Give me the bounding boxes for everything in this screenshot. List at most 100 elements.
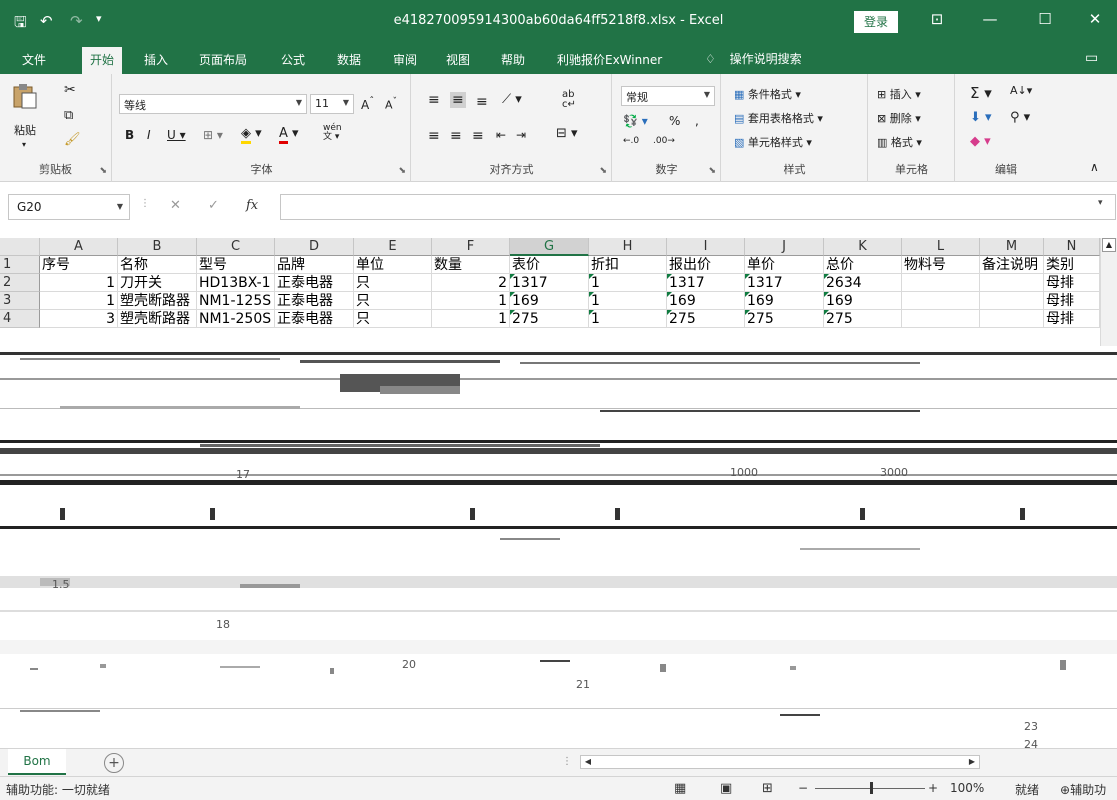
column-header-i[interactable]: I xyxy=(667,238,745,256)
header-cell[interactable]: 名称 xyxy=(118,256,197,274)
table-cell[interactable]: 塑壳断路器 xyxy=(118,292,197,310)
header-cell[interactable]: 类别 xyxy=(1044,256,1100,274)
page-break-view-icon[interactable]: ⊞ xyxy=(762,781,773,796)
column-header-d[interactable]: D xyxy=(275,238,354,256)
wrap-text-icon[interactable]: ab c↵ xyxy=(562,90,576,110)
table-cell[interactable]: 1 xyxy=(432,292,510,310)
column-header-g[interactable]: G xyxy=(510,238,589,256)
table-cell[interactable]: 1317 xyxy=(745,274,824,292)
tab-view[interactable]: 视图 xyxy=(446,51,470,68)
table-cell[interactable] xyxy=(980,274,1044,292)
table-cell[interactable]: 1 xyxy=(589,274,667,292)
tab-data[interactable]: 数据 xyxy=(337,51,361,68)
font-size-select[interactable]: 11 ▼ xyxy=(310,94,354,114)
underline-icon[interactable]: U ▾ xyxy=(167,128,186,142)
number-format-select[interactable]: 常规 ▼ xyxy=(621,86,715,106)
page-layout-view-icon[interactable]: ▣ xyxy=(720,781,732,796)
table-cell[interactable]: 1 xyxy=(589,292,667,310)
table-cell[interactable]: 275 xyxy=(824,310,902,328)
column-header-l[interactable]: L xyxy=(902,238,980,256)
accessibility-status-right[interactable]: ⊕辅助功 xyxy=(1060,781,1106,798)
table-cell[interactable]: 169 xyxy=(510,292,589,310)
font-name-select[interactable]: 等线 ▼ xyxy=(119,94,307,114)
table-cell[interactable]: 2 xyxy=(432,274,510,292)
font-color-icon[interactable]: A ▾ xyxy=(279,126,299,144)
zoom-slider-handle[interactable] xyxy=(870,782,873,794)
paste-icon[interactable] xyxy=(10,82,38,110)
header-cell[interactable]: 序号 xyxy=(40,256,118,274)
column-header-n[interactable]: N xyxy=(1044,238,1100,256)
table-cell[interactable]: 1317 xyxy=(667,274,745,292)
table-cell[interactable]: 1 xyxy=(40,274,118,292)
tab-formulas[interactable]: 公式 xyxy=(281,51,305,68)
column-header-b[interactable]: B xyxy=(118,238,197,256)
tab-insert[interactable]: 插入 xyxy=(144,51,168,68)
sheet-tab-bom[interactable]: Bom xyxy=(8,749,66,775)
clear-icon[interactable]: ◆ ▾ xyxy=(970,134,991,149)
scroll-right-icon[interactable]: ▶ xyxy=(965,756,979,768)
table-cell[interactable]: NM1-125S xyxy=(197,292,275,310)
header-cell[interactable]: 折扣 xyxy=(589,256,667,274)
autosum-icon[interactable]: Σ ▾ xyxy=(970,84,992,102)
row-header[interactable]: 1 xyxy=(0,256,40,274)
insert-cells-button[interactable]: ⊞ 插入 ▾ xyxy=(877,86,921,102)
table-cell[interactable]: 只 xyxy=(354,292,432,310)
worksheet-grid[interactable]: A B C D E F G H I J K L M N 1 序号 名称 型号 品牌 单位 数量 表价 折扣 报出价 单价 总价 物料… xyxy=(0,238,1100,348)
align-center-icon[interactable]: ≡ xyxy=(450,128,462,144)
align-left-icon[interactable]: ≡ xyxy=(428,128,440,144)
tab-exwinner[interactable]: 利驰报价ExWinner xyxy=(557,51,662,68)
table-cell[interactable]: 1317 xyxy=(510,274,589,292)
row-header[interactable]: 2 xyxy=(0,274,40,292)
delete-cells-button[interactable]: ⊠ 删除 ▾ xyxy=(877,110,921,126)
percent-icon[interactable]: % xyxy=(669,114,680,128)
minimize-button[interactable]: — xyxy=(975,10,1005,28)
table-cell[interactable]: 母排 xyxy=(1044,310,1100,328)
ribbon-display-options-icon[interactable]: ⊡ xyxy=(922,10,952,28)
normal-view-icon[interactable]: ▦ xyxy=(674,781,686,796)
merge-center-icon[interactable]: ⊟ ▾ xyxy=(556,126,578,141)
header-cell[interactable]: 表价 xyxy=(510,256,589,274)
decrease-font-icon[interactable]: Aˇ xyxy=(385,96,397,112)
bold-icon[interactable]: B xyxy=(125,128,134,142)
decrease-decimal-icon[interactable]: .00→ xyxy=(653,136,675,146)
row-header[interactable]: 4 xyxy=(0,310,40,328)
expand-formula-bar-icon[interactable]: ▾ xyxy=(1098,198,1103,208)
fill-color-icon[interactable]: ◈ ▾ xyxy=(241,126,262,144)
table-cell[interactable]: 169 xyxy=(824,292,902,310)
comma-style-icon[interactable]: , xyxy=(695,114,699,128)
column-header-k[interactable]: K xyxy=(824,238,902,256)
header-cell[interactable]: 报出价 xyxy=(667,256,745,274)
tab-page-layout[interactable]: 页面布局 xyxy=(199,51,247,68)
enter-icon[interactable]: ✓ xyxy=(208,198,219,213)
align-right-icon[interactable]: ≡ xyxy=(472,128,484,144)
collapse-ribbon-icon[interactable]: ∧ xyxy=(1090,160,1099,174)
tell-me-search[interactable]: ♢ 操作说明搜索 xyxy=(705,50,802,67)
format-painter-icon[interactable]: 🖌 xyxy=(64,132,81,147)
header-cell[interactable]: 型号 xyxy=(197,256,275,274)
table-cell[interactable]: 3 xyxy=(40,310,118,328)
increase-font-icon[interactable]: Aˆ xyxy=(361,96,374,112)
zoom-level[interactable]: 100% xyxy=(950,781,984,795)
column-header-e[interactable]: E xyxy=(354,238,432,256)
table-cell[interactable] xyxy=(902,274,980,292)
decrease-indent-icon[interactable]: ⇤ xyxy=(496,128,506,142)
header-cell[interactable]: 备注说明 xyxy=(980,256,1044,274)
header-cell[interactable]: 单价 xyxy=(745,256,824,274)
header-cell[interactable]: 数量 xyxy=(432,256,510,274)
add-sheet-icon[interactable]: + xyxy=(104,753,124,773)
format-cells-button[interactable]: ▥ 格式 ▾ xyxy=(877,134,922,150)
column-header-j[interactable]: J xyxy=(745,238,824,256)
column-header-f[interactable]: F xyxy=(432,238,510,256)
table-cell[interactable]: 1 xyxy=(432,310,510,328)
column-header-a[interactable]: A xyxy=(40,238,118,256)
table-cell[interactable]: NM1-250S xyxy=(197,310,275,328)
vertical-scrollbar[interactable]: ▲ xyxy=(1100,238,1117,346)
borders-icon[interactable]: ⊞ ▾ xyxy=(203,128,223,142)
table-cell[interactable]: 2634 xyxy=(824,274,902,292)
insert-function-icon[interactable]: fx xyxy=(246,198,258,213)
table-cell[interactable]: 275 xyxy=(745,310,824,328)
table-cell[interactable]: 塑壳断路器 xyxy=(118,310,197,328)
comment-icon[interactable]: ▭ xyxy=(1085,50,1098,66)
tab-review[interactable]: 审阅 xyxy=(393,51,417,68)
tab-help[interactable]: 帮助 xyxy=(501,51,525,68)
